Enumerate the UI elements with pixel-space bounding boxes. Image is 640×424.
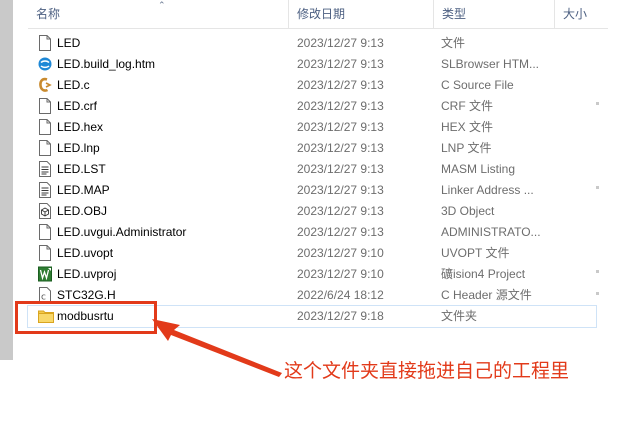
file-name: LED.uvgui.Administrator <box>57 225 187 239</box>
file-type: SLBrowser HTM... <box>441 57 540 71</box>
file-type: 文件 <box>441 36 466 50</box>
file-type: ADMINISTRATO... <box>441 225 541 239</box>
file-type: C Source File <box>441 78 514 92</box>
file-row[interactable]: LED.uvopt 2023/12/27 9:10 UVOPT 文件 <box>28 243 596 264</box>
file-name: LED.build_log.htm <box>57 57 156 71</box>
file-row[interactable]: LED.uvgui.Administrator 2023/12/27 9:13 … <box>28 222 596 243</box>
file-date: 2023/12/27 9:13 <box>297 36 384 50</box>
file-name: LED.uvproj <box>57 267 117 281</box>
file-row[interactable]: LED.MAP 2023/12/27 9:13 Linker Address .… <box>28 180 596 201</box>
column-header-type[interactable]: 类型 <box>434 0 554 28</box>
file-type: 礦ision4 Project <box>441 267 526 281</box>
blank-file-icon <box>38 140 52 156</box>
file-type: Linker Address ... <box>441 183 534 197</box>
file-date: 2023/12/27 9:10 <box>297 267 384 281</box>
file-date: 2023/12/27 9:13 <box>297 183 384 197</box>
file-row[interactable]: LED.lnp 2023/12/27 9:13 LNP 文件 <box>28 138 596 159</box>
file-type: UVOPT 文件 <box>441 246 510 260</box>
file-row[interactable]: LED 2023/12/27 9:13 文件 <box>28 33 596 54</box>
clipped-size-mark <box>596 270 599 273</box>
file-date: 2023/12/27 9:13 <box>297 141 384 155</box>
file-date: 2023/12/27 9:13 <box>297 57 384 71</box>
file-row[interactable]: LED.crf 2023/12/27 9:13 CRF 文件 <box>28 96 596 117</box>
blank-file-icon <box>38 98 52 114</box>
file-date: 2023/12/27 9:10 <box>297 246 384 260</box>
file-row[interactable]: LED.uvproj 2023/12/27 9:10 礦ision4 Proje… <box>28 264 596 285</box>
size-column-clipped <box>596 40 600 310</box>
file-date: 2023/12/27 9:13 <box>297 225 384 239</box>
file-date: 2023/12/27 9:13 <box>297 204 384 218</box>
file-date: 2023/12/27 9:13 <box>297 78 384 92</box>
file-name: LED.c <box>57 78 90 92</box>
column-header-size[interactable]: 大小 <box>555 0 608 28</box>
blank-file-icon <box>38 35 52 51</box>
listing-file-icon <box>38 161 52 177</box>
browser-html-icon <box>38 56 52 72</box>
object-3d-icon <box>38 203 52 219</box>
annotation-text: 这个文件夹直接拖进自己的工程里 <box>284 360 570 382</box>
file-row[interactable]: LED.LST 2023/12/27 9:13 MASM Listing <box>28 159 596 180</box>
file-date: 2023/12/27 9:13 <box>297 120 384 134</box>
file-name: LED.OBJ <box>57 204 108 218</box>
file-date: 2023/12/27 9:13 <box>297 162 384 176</box>
file-date: 2023/12/27 9:13 <box>297 99 384 113</box>
file-name: LED.LST <box>57 162 106 176</box>
blank-file-icon <box>38 119 52 135</box>
file-type: LNP 文件 <box>441 141 492 155</box>
file-name: LED.lnp <box>57 141 100 155</box>
blank-file-icon <box>38 224 52 240</box>
file-row[interactable]: LED.hex 2023/12/27 9:13 HEX 文件 <box>28 117 596 138</box>
clipped-size-mark <box>596 292 599 295</box>
file-date: 2022/6/24 18:12 <box>297 288 384 302</box>
file-row[interactable]: LED.c 2023/12/27 9:13 C Source File <box>28 75 596 96</box>
listing-file-icon <box>38 182 52 198</box>
clipped-size-mark <box>596 102 599 105</box>
file-row[interactable]: LED.OBJ 2023/12/27 9:13 3D Object <box>28 201 596 222</box>
uvision-project-icon <box>38 266 52 282</box>
sort-up-icon: ⌃ <box>158 0 166 10</box>
column-header-date[interactable]: 修改日期 <box>289 0 433 28</box>
column-header-bar: 名称 ⌃ 修改日期 类型 大小 <box>28 0 608 29</box>
file-name: LED.hex <box>57 120 104 134</box>
file-type: 3D Object <box>441 204 495 218</box>
file-name: LED.MAP <box>57 183 110 197</box>
file-name: LED.uvopt <box>57 246 114 260</box>
file-date: 2023/12/27 9:18 <box>297 309 384 323</box>
navigation-pane-edge <box>0 0 13 360</box>
annotation-arrow-icon <box>152 319 282 377</box>
file-type: MASM Listing <box>441 162 516 176</box>
blank-file-icon <box>38 245 52 261</box>
file-type: 文件夹 <box>441 309 478 323</box>
clipped-size-mark <box>596 186 599 189</box>
file-row[interactable]: LED.build_log.htm 2023/12/27 9:13 SLBrow… <box>28 54 596 75</box>
file-name: LED.crf <box>57 99 98 113</box>
file-name: LED <box>57 36 81 50</box>
c-source-icon <box>38 77 52 93</box>
file-type: C Header 源文件 <box>441 288 532 302</box>
highlight-box <box>15 301 157 334</box>
file-type: CRF 文件 <box>441 99 493 113</box>
file-type: HEX 文件 <box>441 120 494 134</box>
